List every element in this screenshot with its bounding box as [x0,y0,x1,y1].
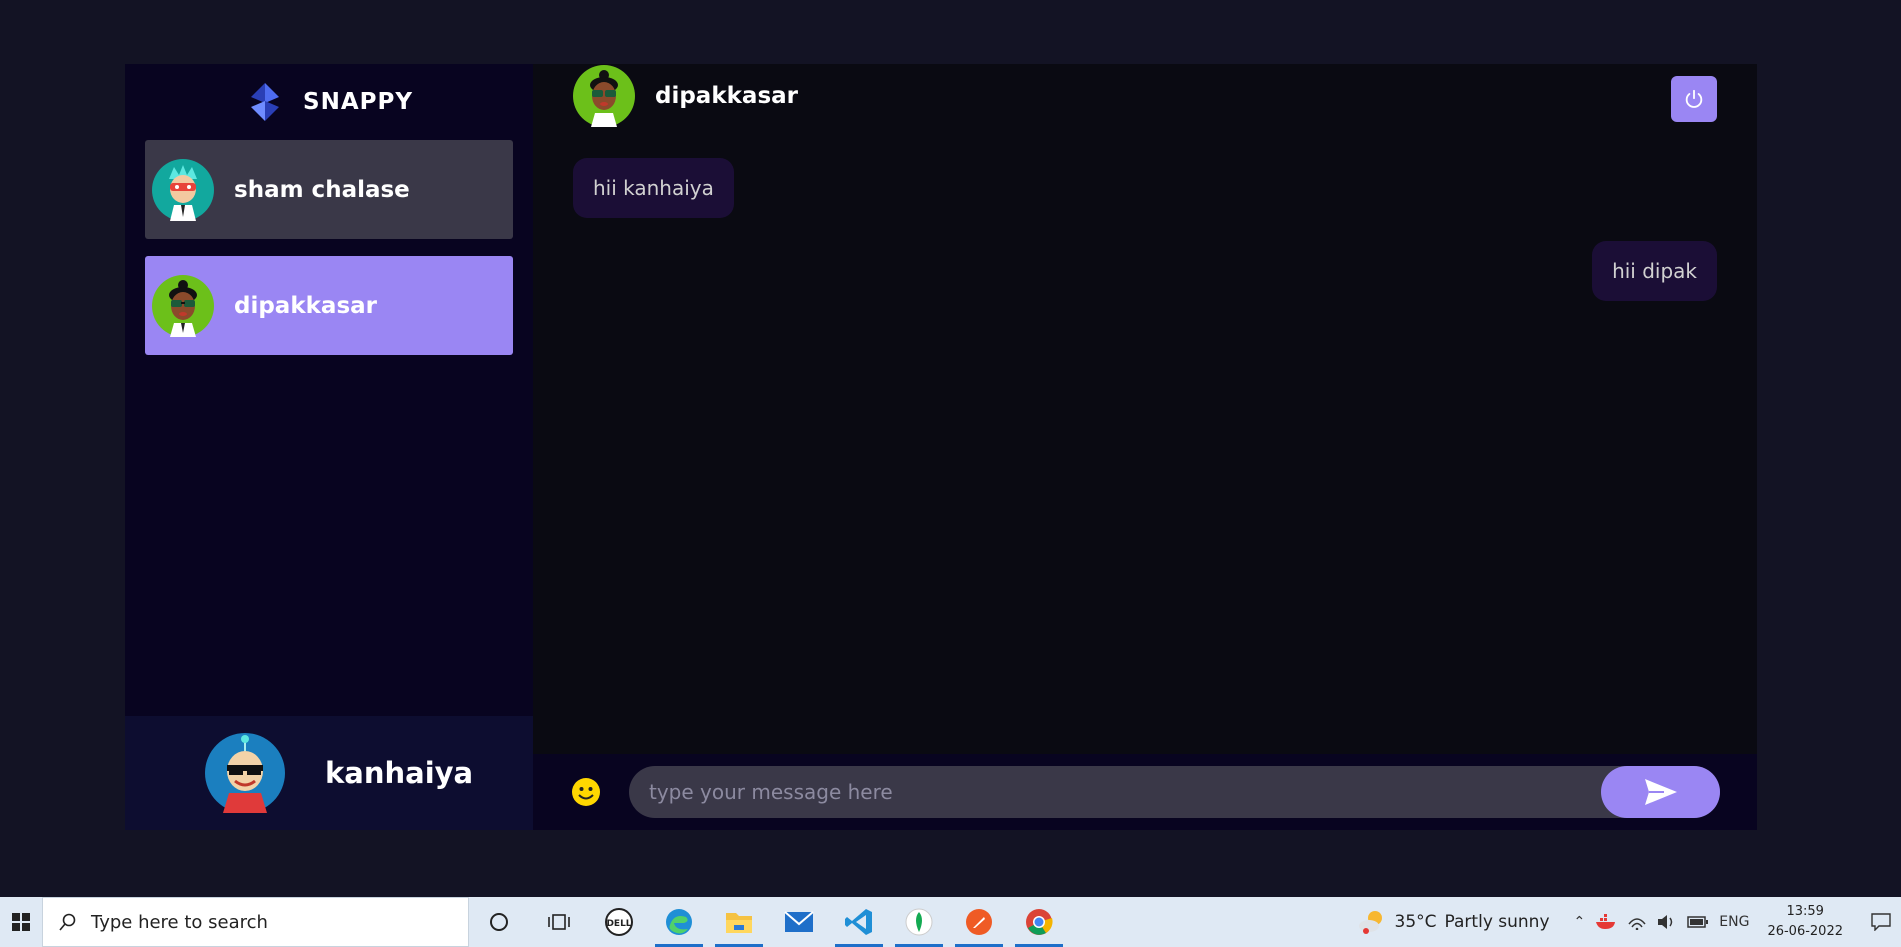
wifi-icon[interactable] [1627,914,1647,930]
vscode-icon [845,909,872,935]
task-view-button[interactable] [529,897,589,947]
contacts-sidebar: SNAPPY sham chalase dipakkasar kanhaiya [125,64,533,830]
send-icon [1644,779,1677,805]
taskbar-search[interactable]: Type here to search [42,897,469,947]
battery-icon[interactable] [1687,916,1709,928]
brand-name: SNAPPY [303,88,413,115]
weather-widget[interactable]: 35°C Partly sunny [1357,909,1550,935]
partly-sunny-icon [1358,911,1382,934]
contact-name: sham chalase [234,176,410,203]
dell-app[interactable]: DELL [589,897,649,947]
cortana-icon [490,913,508,931]
svg-text:DELL: DELL [606,919,631,929]
chevron-up-icon[interactable]: ⌃ [1574,914,1586,930]
current-user-name: kanhaiya [325,756,474,790]
contact-item-dipakkasar[interactable]: dipakkasar [145,256,513,355]
language-indicator[interactable]: ENG [1719,914,1749,930]
chat-input-bar [533,754,1757,830]
search-icon [59,913,76,931]
avatar [573,64,635,127]
power-icon [1685,89,1703,108]
avatar [152,158,214,221]
weather-condition: Partly sunny [1444,912,1550,932]
chrome-app[interactable] [1009,897,1069,947]
contact-name: dipakkasar [234,292,377,319]
smiley-icon[interactable] [571,777,601,807]
docker-icon[interactable] [1595,913,1617,931]
windows-icon [12,913,30,931]
volume-icon[interactable] [1657,914,1677,930]
cortana-button[interactable] [469,897,529,947]
notification-icon [1871,913,1891,931]
chat-panel: dipakkasar hii kanhaiya hii dipak [533,64,1757,830]
task-view-icon [548,914,570,930]
mongodb-app[interactable] [889,897,949,947]
edge-icon [666,909,692,935]
system-tray: 35°C Partly sunny ⌃ ENG 13:59 26-06-2022 [1357,897,1901,947]
postman-app[interactable] [949,897,1009,947]
file-explorer-icon [726,913,752,933]
mail-icon [784,911,814,932]
brand: SNAPPY [125,64,533,139]
postman-icon [966,909,992,935]
message-input[interactable] [647,779,1551,805]
clock-time: 13:59 [1786,904,1824,919]
message-sent: hii dipak [1592,241,1717,301]
file-explorer-app[interactable] [709,897,769,947]
snappy-logo-icon [251,82,279,121]
avatar [205,733,285,813]
search-placeholder: Type here to search [91,911,268,933]
clock-date: 26-06-2022 [1767,924,1843,939]
send-button[interactable] [1601,766,1720,818]
avatar [152,274,214,337]
start-button[interactable] [0,897,42,947]
mail-app[interactable] [769,897,829,947]
message-input-wrapper [629,766,1720,818]
logout-button[interactable] [1671,76,1717,122]
vscode-app[interactable] [829,897,889,947]
edge-app[interactable] [649,897,709,947]
chat-app-window: SNAPPY sham chalase dipakkasar kanhaiya … [125,64,1757,830]
dell-icon: DELL [605,908,633,936]
contact-item-sham-chalase[interactable]: sham chalase [145,140,513,239]
current-user-panel: kanhaiya [125,716,533,830]
message-received: hii kanhaiya [573,158,734,218]
chrome-icon [1026,909,1053,935]
mongodb-icon [905,908,933,936]
clock[interactable]: 13:59 26-06-2022 [1767,902,1843,942]
weather-temp: 35°C [1394,912,1437,932]
notification-center-button[interactable] [1861,913,1901,931]
chat-contact-name: dipakkasar [655,82,798,109]
windows-taskbar: Type here to search DELL 35°C Partly sun… [0,897,1901,947]
chat-header: dipakkasar [533,64,1757,127]
